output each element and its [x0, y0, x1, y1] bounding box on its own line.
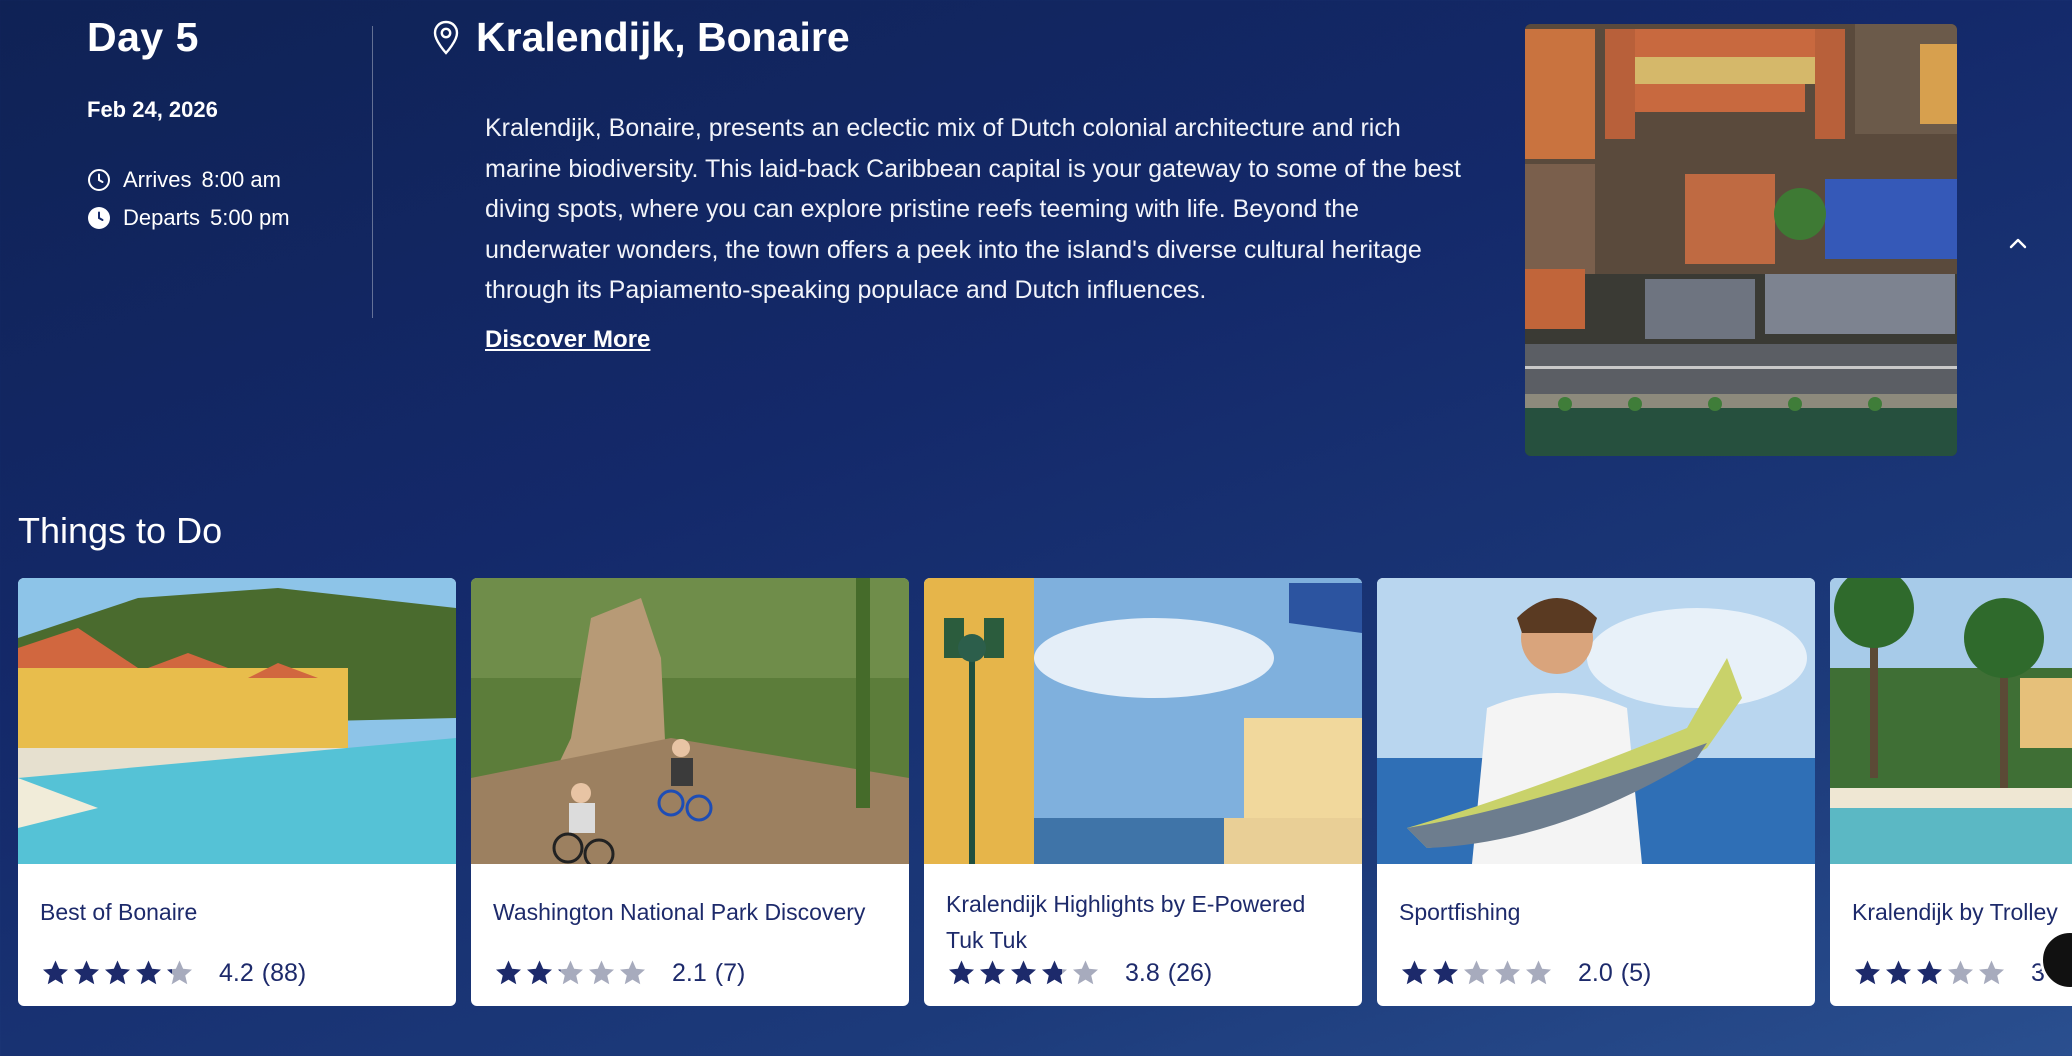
collapse-button[interactable]	[1998, 224, 2038, 264]
arrives-time: 8:00 am	[201, 167, 281, 192]
arrival-row: Arrives 8:00 am	[87, 167, 327, 193]
review-count: (7)	[714, 958, 746, 987]
column-divider	[372, 26, 373, 318]
activity-rating: 2.1 (7)	[493, 958, 887, 988]
departure-row: Departs 5:00 pm	[87, 205, 327, 231]
star-icon	[1886, 960, 1911, 985]
star-icon	[1433, 960, 1458, 985]
port-description: Kralendijk, Bonaire, presents an eclecti…	[485, 114, 1461, 304]
star-icon	[1948, 960, 1973, 985]
star-icon	[1011, 960, 1036, 985]
star-icon	[980, 960, 1005, 985]
departs-time: 5:00 pm	[210, 205, 290, 230]
star-icon	[620, 960, 645, 985]
chevron-up-icon	[2009, 238, 2027, 249]
star-icon	[1402, 960, 1427, 985]
port-heading: Kralendijk, Bonaire	[432, 14, 850, 61]
activity-image	[924, 578, 1362, 864]
departs-label: Departs	[123, 205, 201, 230]
star-icon	[527, 960, 552, 985]
star-icon	[558, 960, 583, 985]
day-info: Day 5 Feb 24, 2026 Arrives 8:00 am Depar…	[87, 14, 327, 231]
day-date: Feb 24, 2026	[87, 97, 218, 122]
activity-card[interactable]: Sportfishing 2.0 (5)	[1377, 578, 1815, 1006]
star-icon	[949, 960, 974, 985]
star-icon	[1855, 960, 1880, 985]
star-icon	[1042, 960, 1067, 985]
activity-rating: 3	[1852, 958, 2072, 988]
star-icon	[1526, 960, 1551, 985]
activity-name: Kralendijk Highlights by E-Powered Tuk T…	[946, 891, 1306, 953]
star-rating	[493, 958, 648, 988]
review-count: (26)	[1167, 958, 1213, 987]
activity-image	[471, 578, 909, 864]
activity-rating: 2.0 (5)	[1399, 958, 1793, 988]
star-icon	[43, 960, 68, 985]
star-icon	[1495, 960, 1520, 985]
rating-value: 3.8	[1125, 958, 1160, 987]
rating-value: 2.0	[1578, 958, 1613, 987]
activity-image	[1830, 578, 2072, 864]
clock-filled-icon	[87, 206, 111, 230]
star-icon	[105, 960, 130, 985]
things-to-do-carousel[interactable]: Best of Bonaire 4.2 (88) Washington Nati…	[18, 578, 2072, 1008]
activity-card[interactable]: Kralendijk Highlights by E-Powered Tuk T…	[924, 578, 1362, 1006]
star-icon	[1917, 960, 1942, 985]
activity-rating: 3.8 (26)	[946, 958, 1340, 988]
port-name: Kralendijk, Bonaire	[476, 14, 850, 60]
star-rating	[1852, 958, 2007, 988]
discover-more-link[interactable]: Discover More	[485, 326, 650, 354]
activity-image	[1377, 578, 1815, 864]
star-icon	[1979, 960, 2004, 985]
port-times: Arrives 8:00 am Departs 5:00 pm	[87, 167, 327, 231]
star-icon	[136, 960, 161, 985]
star-rating	[1399, 958, 1554, 988]
star-icon	[1464, 960, 1489, 985]
port-photo	[1525, 24, 1957, 456]
star-icon	[167, 960, 192, 985]
review-count: (5)	[1620, 958, 1652, 987]
location-pin-icon	[432, 20, 460, 56]
day-title: Day 5	[87, 14, 199, 60]
activity-name: Kralendijk by Trolley	[1852, 899, 2058, 925]
rating-value: 2.1	[672, 958, 707, 987]
activity-card[interactable]: Best of Bonaire 4.2 (88)	[18, 578, 456, 1006]
clock-outline-icon	[87, 168, 111, 192]
activity-name: Washington National Park Discovery	[493, 899, 866, 925]
star-rating	[946, 958, 1101, 988]
review-count: (88)	[261, 958, 307, 987]
star-icon	[1073, 960, 1098, 985]
star-icon	[496, 960, 521, 985]
star-icon	[74, 960, 99, 985]
activity-name: Sportfishing	[1399, 899, 1521, 925]
activity-rating: 4.2 (88)	[40, 958, 434, 988]
activity-card[interactable]: Kralendijk by Trolley 3	[1830, 578, 2072, 1006]
arrives-label: Arrives	[123, 167, 192, 192]
rating-value: 4.2	[219, 958, 254, 987]
things-to-do-title: Things to Do	[18, 510, 223, 551]
activity-image	[18, 578, 456, 864]
activity-card[interactable]: Washington National Park Discovery 2.1 (…	[471, 578, 909, 1006]
activity-name: Best of Bonaire	[40, 899, 198, 925]
star-rating	[40, 958, 195, 988]
star-icon	[589, 960, 614, 985]
